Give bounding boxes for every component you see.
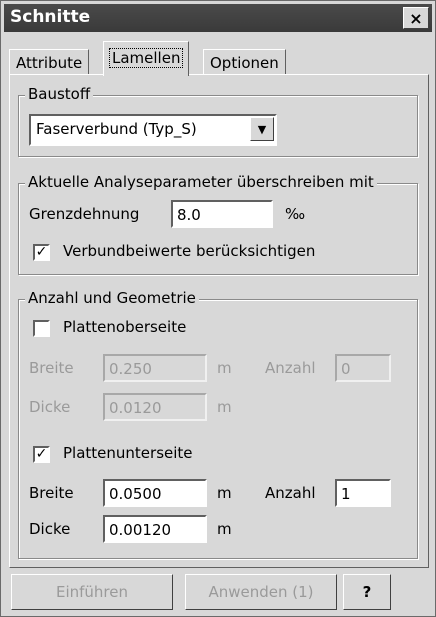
oben-anzahl-label: Anzahl bbox=[265, 359, 316, 377]
einfuehren-button[interactable]: Einführen bbox=[11, 574, 173, 610]
plattenunterseite-checkbox[interactable]: ✓ bbox=[33, 446, 50, 463]
lamellen-panel: Baustoff Faserverbund (Typ_S) ▼ Aktuelle… bbox=[9, 74, 429, 568]
verbund-checkbox[interactable]: ✓ bbox=[33, 244, 50, 261]
tab-optionen[interactable]: Optionen bbox=[203, 49, 286, 76]
plattenoberseite-checkbox[interactable] bbox=[33, 320, 50, 337]
unten-anzahl-label: Anzahl bbox=[265, 484, 316, 502]
tab-lamellen[interactable]: Lamellen bbox=[103, 41, 190, 76]
oben-breite-unit: m bbox=[217, 359, 232, 377]
oben-breite-label: Breite bbox=[29, 359, 74, 377]
chevron-down-icon[interactable]: ▼ bbox=[250, 117, 274, 141]
help-button[interactable]: ? bbox=[343, 574, 391, 610]
unten-breite-input[interactable]: 0.0500 bbox=[103, 479, 207, 507]
oben-dicke-unit: m bbox=[217, 398, 232, 416]
analyse-group: Aktuelle Analyseparameter überschreiben … bbox=[18, 173, 418, 275]
schnitte-window: Schnitte × Attribute Lamellen Optionen B… bbox=[0, 0, 436, 617]
analyse-legend: Aktuelle Analyseparameter überschreiben … bbox=[25, 173, 377, 191]
baustoff-legend: Baustoff bbox=[25, 85, 94, 103]
close-icon: × bbox=[409, 8, 423, 28]
oben-dicke-input[interactable]: 0.0120 bbox=[103, 393, 207, 421]
grenzdehnung-input[interactable]: 8.0 bbox=[171, 200, 273, 228]
unten-breite-label: Breite bbox=[29, 484, 74, 502]
plattenoberseite-label: Plattenoberseite bbox=[63, 318, 187, 336]
tab-attribute[interactable]: Attribute bbox=[9, 49, 90, 76]
grenzdehnung-unit: ‰ bbox=[285, 205, 306, 223]
unten-dicke-input[interactable]: 0.00120 bbox=[103, 515, 207, 543]
unten-dicke-unit: m bbox=[217, 520, 232, 538]
geometrie-group: Anzahl und Geometrie Plattenoberseite Br… bbox=[18, 289, 418, 559]
verbund-label: Verbundbeiwerte berücksichtigen bbox=[63, 242, 316, 260]
window-title: Schnitte bbox=[10, 7, 91, 27]
baustoff-group: Baustoff Faserverbund (Typ_S) ▼ bbox=[18, 85, 418, 157]
title-bar[interactable]: Schnitte × bbox=[4, 4, 432, 32]
unten-breite-unit: m bbox=[217, 484, 232, 502]
unten-dicke-label: Dicke bbox=[29, 520, 71, 538]
unten-anzahl-input[interactable]: 1 bbox=[335, 479, 391, 507]
geometrie-legend: Anzahl und Geometrie bbox=[25, 289, 199, 307]
baustoff-value: Faserverbund (Typ_S) bbox=[36, 120, 197, 138]
grenzdehnung-label: Grenzdehnung bbox=[29, 205, 140, 223]
plattenunterseite-label: Plattenunterseite bbox=[63, 444, 193, 462]
close-button[interactable]: × bbox=[403, 7, 429, 29]
oben-breite-input[interactable]: 0.250 bbox=[103, 354, 207, 382]
baustoff-select[interactable]: Faserverbund (Typ_S) ▼ bbox=[29, 114, 277, 146]
anwenden-button[interactable]: Anwenden (1) bbox=[185, 574, 337, 610]
oben-anzahl-input[interactable]: 0 bbox=[335, 354, 391, 382]
oben-dicke-label: Dicke bbox=[29, 398, 71, 416]
